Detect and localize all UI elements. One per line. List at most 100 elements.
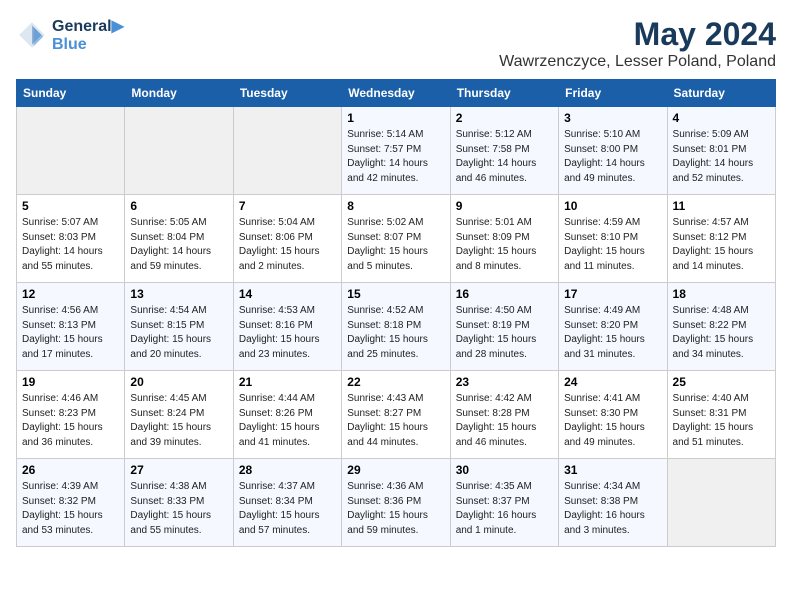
day-info: Sunrise: 4:42 AM Sunset: 8:28 PM Dayligh… bbox=[456, 392, 553, 450]
weekday-label: Friday bbox=[559, 80, 667, 107]
day-number: 1 bbox=[347, 111, 444, 125]
day-info: Sunrise: 5:12 AM Sunset: 7:58 PM Dayligh… bbox=[456, 128, 553, 186]
title-block: May 2024 Wawrzenczyce, Lesser Poland, Po… bbox=[499, 16, 776, 71]
calendar-week-row: 5 Sunrise: 5:07 AM Sunset: 8:03 PM Daylig… bbox=[17, 195, 776, 283]
calendar-cell: 15 Sunrise: 4:52 AM Sunset: 8:18 PM Dayli… bbox=[342, 283, 450, 371]
calendar-cell: 1 Sunrise: 5:14 AM Sunset: 7:57 PM Daylig… bbox=[342, 107, 450, 195]
calendar-cell: 18 Sunrise: 4:48 AM Sunset: 8:22 PM Dayli… bbox=[667, 283, 775, 371]
day-info: Sunrise: 4:43 AM Sunset: 8:27 PM Dayligh… bbox=[347, 392, 444, 450]
day-number: 26 bbox=[22, 463, 119, 477]
day-info: Sunrise: 4:57 AM Sunset: 8:12 PM Dayligh… bbox=[673, 216, 770, 274]
location: Wawrzenczyce, Lesser Poland, Poland bbox=[499, 53, 776, 71]
day-info: Sunrise: 4:54 AM Sunset: 8:15 PM Dayligh… bbox=[130, 304, 227, 362]
day-info: Sunrise: 4:56 AM Sunset: 8:13 PM Dayligh… bbox=[22, 304, 119, 362]
day-number: 6 bbox=[130, 199, 227, 213]
day-info: Sunrise: 4:35 AM Sunset: 8:37 PM Dayligh… bbox=[456, 480, 553, 538]
day-number: 10 bbox=[564, 199, 661, 213]
day-number: 13 bbox=[130, 287, 227, 301]
day-number: 20 bbox=[130, 375, 227, 389]
calendar-cell: 21Sunrise: 4:44 AM Sunset: 8:26 PM Dayli… bbox=[233, 371, 341, 459]
calendar-cell bbox=[17, 107, 125, 195]
calendar-cell: 2 Sunrise: 5:12 AM Sunset: 7:58 PM Daylig… bbox=[450, 107, 558, 195]
day-info: Sunrise: 5:09 AM Sunset: 8:01 PM Dayligh… bbox=[673, 128, 770, 186]
day-number: 4 bbox=[673, 111, 770, 125]
day-info: Sunrise: 4:44 AM Sunset: 8:26 PM Dayligh… bbox=[239, 392, 336, 450]
day-info: Sunrise: 5:02 AM Sunset: 8:07 PM Dayligh… bbox=[347, 216, 444, 274]
weekday-label: Tuesday bbox=[233, 80, 341, 107]
day-info: Sunrise: 5:01 AM Sunset: 8:09 PM Dayligh… bbox=[456, 216, 553, 274]
day-info: Sunrise: 4:52 AM Sunset: 8:18 PM Dayligh… bbox=[347, 304, 444, 362]
calendar-cell: 17 Sunrise: 4:49 AM Sunset: 8:20 PM Dayli… bbox=[559, 283, 667, 371]
day-number: 17 bbox=[564, 287, 661, 301]
calendar-cell: 12 Sunrise: 4:56 AM Sunset: 8:13 PM Dayli… bbox=[17, 283, 125, 371]
day-info: Sunrise: 4:41 AM Sunset: 8:30 PM Dayligh… bbox=[564, 392, 661, 450]
day-number: 5 bbox=[22, 199, 119, 213]
day-number: 25 bbox=[673, 375, 770, 389]
calendar-cell: 29Sunrise: 4:36 AM Sunset: 8:36 PM Dayli… bbox=[342, 459, 450, 547]
day-info: Sunrise: 4:50 AM Sunset: 8:19 PM Dayligh… bbox=[456, 304, 553, 362]
page-header: General▶ Blue May 2024 Wawrzenczyce, Les… bbox=[16, 16, 776, 71]
calendar-cell: 27 Sunrise: 4:38 AM Sunset: 8:33 PM Dayli… bbox=[125, 459, 233, 547]
day-number: 22 bbox=[347, 375, 444, 389]
day-number: 27 bbox=[130, 463, 227, 477]
day-number: 16 bbox=[456, 287, 553, 301]
calendar-cell bbox=[233, 107, 341, 195]
calendar-cell bbox=[667, 459, 775, 547]
calendar-cell: 5 Sunrise: 5:07 AM Sunset: 8:03 PM Daylig… bbox=[17, 195, 125, 283]
day-number: 12 bbox=[22, 287, 119, 301]
day-number: 28 bbox=[239, 463, 336, 477]
logo-icon bbox=[16, 19, 48, 51]
calendar-week-row: 12 Sunrise: 4:56 AM Sunset: 8:13 PM Dayli… bbox=[17, 283, 776, 371]
weekday-label: Thursday bbox=[450, 80, 558, 107]
calendar-cell: 16 Sunrise: 4:50 AM Sunset: 8:19 PM Dayli… bbox=[450, 283, 558, 371]
day-number: 23 bbox=[456, 375, 553, 389]
calendar-cell: 20 Sunrise: 4:45 AM Sunset: 8:24 PM Dayli… bbox=[125, 371, 233, 459]
day-info: Sunrise: 4:38 AM Sunset: 8:33 PM Dayligh… bbox=[130, 480, 227, 538]
weekday-label: Monday bbox=[125, 80, 233, 107]
day-number: 24 bbox=[564, 375, 661, 389]
calendar-cell: 8Sunrise: 5:02 AM Sunset: 8:07 PM Daylig… bbox=[342, 195, 450, 283]
day-number: 7 bbox=[239, 199, 336, 213]
calendar-body: 1 Sunrise: 5:14 AM Sunset: 7:57 PM Daylig… bbox=[17, 107, 776, 547]
day-number: 29 bbox=[347, 463, 444, 477]
day-info: Sunrise: 5:14 AM Sunset: 7:57 PM Dayligh… bbox=[347, 128, 444, 186]
calendar-cell: 14 Sunrise: 4:53 AM Sunset: 8:16 PM Dayli… bbox=[233, 283, 341, 371]
calendar-cell bbox=[125, 107, 233, 195]
weekday-header-row: SundayMondayTuesdayWednesdayThursdayFrid… bbox=[17, 80, 776, 107]
calendar-cell: 19Sunrise: 4:46 AM Sunset: 8:23 PM Dayli… bbox=[17, 371, 125, 459]
day-info: Sunrise: 4:46 AM Sunset: 8:23 PM Dayligh… bbox=[22, 392, 119, 450]
calendar-cell: 9 Sunrise: 5:01 AM Sunset: 8:09 PM Daylig… bbox=[450, 195, 558, 283]
calendar-cell: 25 Sunrise: 4:40 AM Sunset: 8:31 PM Dayli… bbox=[667, 371, 775, 459]
logo-text: General▶ Blue bbox=[52, 16, 124, 54]
day-info: Sunrise: 4:53 AM Sunset: 8:16 PM Dayligh… bbox=[239, 304, 336, 362]
day-number: 3 bbox=[564, 111, 661, 125]
day-info: Sunrise: 4:34 AM Sunset: 8:38 PM Dayligh… bbox=[564, 480, 661, 538]
day-number: 9 bbox=[456, 199, 553, 213]
day-info: Sunrise: 5:10 AM Sunset: 8:00 PM Dayligh… bbox=[564, 128, 661, 186]
day-number: 14 bbox=[239, 287, 336, 301]
calendar-cell: 26 Sunrise: 4:39 AM Sunset: 8:32 PM Dayli… bbox=[17, 459, 125, 547]
calendar-cell: 22 Sunrise: 4:43 AM Sunset: 8:27 PM Dayli… bbox=[342, 371, 450, 459]
calendar-week-row: 26 Sunrise: 4:39 AM Sunset: 8:32 PM Dayli… bbox=[17, 459, 776, 547]
day-number: 30 bbox=[456, 463, 553, 477]
day-info: Sunrise: 4:48 AM Sunset: 8:22 PM Dayligh… bbox=[673, 304, 770, 362]
day-number: 15 bbox=[347, 287, 444, 301]
day-info: Sunrise: 5:07 AM Sunset: 8:03 PM Dayligh… bbox=[22, 216, 119, 274]
calendar-table: SundayMondayTuesdayWednesdayThursdayFrid… bbox=[16, 79, 776, 547]
day-number: 18 bbox=[673, 287, 770, 301]
calendar-cell: 24 Sunrise: 4:41 AM Sunset: 8:30 PM Dayli… bbox=[559, 371, 667, 459]
day-info: Sunrise: 4:40 AM Sunset: 8:31 PM Dayligh… bbox=[673, 392, 770, 450]
day-number: 2 bbox=[456, 111, 553, 125]
day-info: Sunrise: 5:05 AM Sunset: 8:04 PM Dayligh… bbox=[130, 216, 227, 274]
day-info: Sunrise: 5:04 AM Sunset: 8:06 PM Dayligh… bbox=[239, 216, 336, 274]
day-info: Sunrise: 4:59 AM Sunset: 8:10 PM Dayligh… bbox=[564, 216, 661, 274]
day-info: Sunrise: 4:45 AM Sunset: 8:24 PM Dayligh… bbox=[130, 392, 227, 450]
calendar-cell: 10 Sunrise: 4:59 AM Sunset: 8:10 PM Dayli… bbox=[559, 195, 667, 283]
day-info: Sunrise: 4:39 AM Sunset: 8:32 PM Dayligh… bbox=[22, 480, 119, 538]
day-info: Sunrise: 4:49 AM Sunset: 8:20 PM Dayligh… bbox=[564, 304, 661, 362]
calendar-cell: 28Sunrise: 4:37 AM Sunset: 8:34 PM Dayli… bbox=[233, 459, 341, 547]
calendar-cell: 31Sunrise: 4:34 AM Sunset: 8:38 PM Dayli… bbox=[559, 459, 667, 547]
calendar-cell: 6 Sunrise: 5:05 AM Sunset: 8:04 PM Daylig… bbox=[125, 195, 233, 283]
calendar-cell: 23 Sunrise: 4:42 AM Sunset: 8:28 PM Dayli… bbox=[450, 371, 558, 459]
calendar-cell: 7 Sunrise: 5:04 AM Sunset: 8:06 PM Daylig… bbox=[233, 195, 341, 283]
